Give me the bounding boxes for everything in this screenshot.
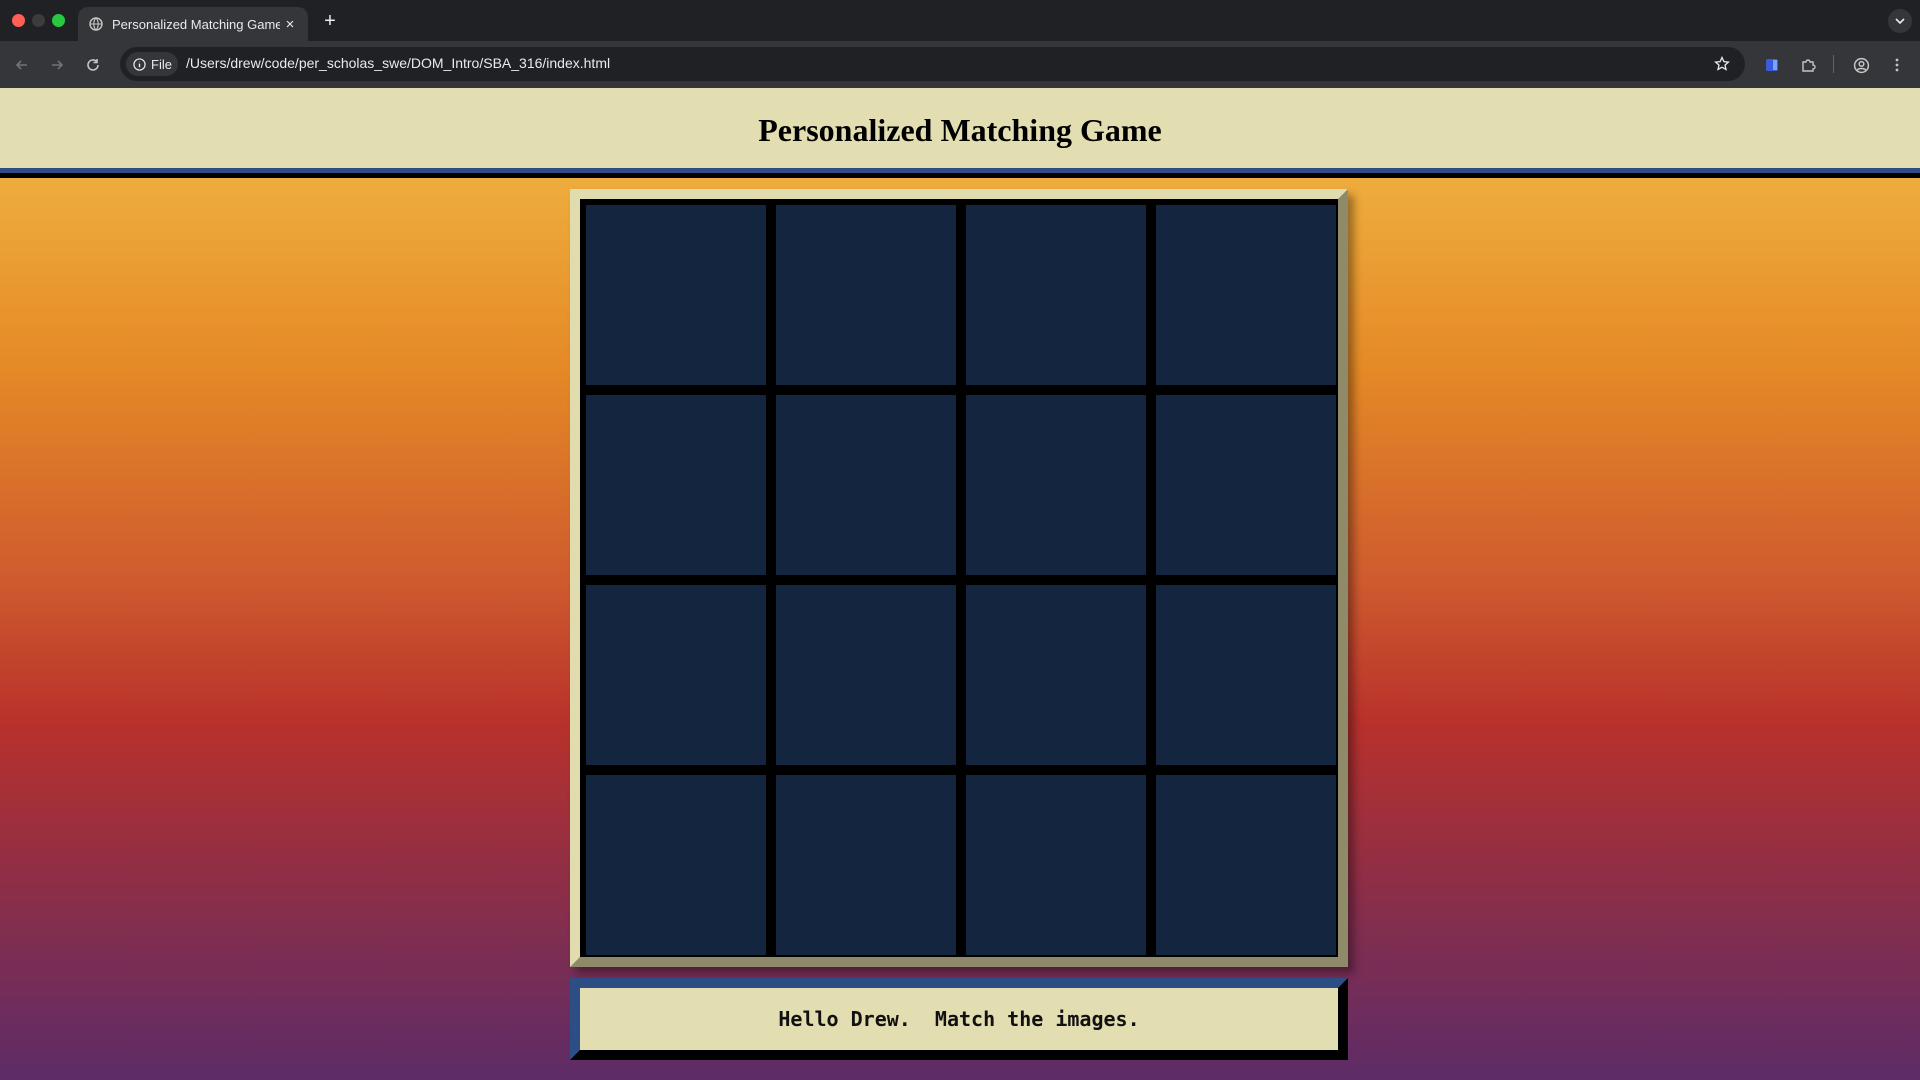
menu-icon xyxy=(1895,58,1899,72)
back-button[interactable] xyxy=(10,53,34,77)
card[interactable] xyxy=(1156,395,1336,575)
forward-icon xyxy=(52,60,64,70)
tab-close-icon[interactable]: × xyxy=(280,14,300,34)
chevron-down-icon xyxy=(1895,18,1905,25)
url-text[interactable]: /Users/drew/code/per_scholas_swe/DOM_Int… xyxy=(186,55,610,71)
page-title: Personalized Matching Game xyxy=(758,111,1162,148)
header-divider xyxy=(0,173,1920,178)
info-icon xyxy=(133,57,146,71)
extension-icon xyxy=(1766,59,1778,71)
card[interactable] xyxy=(586,585,766,765)
profile-icon xyxy=(1853,57,1869,73)
browser-menu-button[interactable] xyxy=(1885,53,1909,77)
tab-title: Personalized Matching Game xyxy=(112,16,280,32)
star-icon xyxy=(1714,56,1730,71)
new-tab-button[interactable]: + xyxy=(318,9,342,33)
window-minimize-button[interactable] xyxy=(32,14,45,27)
window-close-button[interactable] xyxy=(12,14,25,27)
card[interactable] xyxy=(586,775,766,955)
reload-button[interactable] xyxy=(81,53,105,77)
browser-tab[interactable]: Personalized Matching Game × xyxy=(78,7,308,41)
globe-icon xyxy=(88,16,104,32)
game-board xyxy=(570,189,1348,967)
card-grid xyxy=(586,205,1336,955)
card[interactable] xyxy=(586,395,766,575)
reload-icon xyxy=(87,59,99,71)
card[interactable] xyxy=(966,205,1146,385)
card[interactable] xyxy=(776,395,956,575)
browser-toolbar: File /Users/drew/code/per_scholas_swe/DO… xyxy=(0,41,1920,88)
chip-label: File xyxy=(151,56,172,72)
card[interactable] xyxy=(776,775,956,955)
extension-button[interactable] xyxy=(1760,53,1784,77)
card[interactable] xyxy=(1156,775,1336,955)
puzzle-icon xyxy=(1802,59,1816,72)
browser-tab-bar: Personalized Matching Game × + xyxy=(0,0,1920,41)
profile-button[interactable] xyxy=(1849,53,1873,77)
card[interactable] xyxy=(776,205,956,385)
card[interactable] xyxy=(776,585,956,765)
card[interactable] xyxy=(1156,585,1336,765)
card[interactable] xyxy=(966,585,1146,765)
game-message: Hello Drew. Match the images. xyxy=(570,978,1348,1060)
site-info-chip[interactable]: File xyxy=(126,52,178,76)
extensions-menu-button[interactable] xyxy=(1796,53,1820,77)
window-zoom-button[interactable] xyxy=(52,14,65,27)
page-content: Personalized Matching Game Hello Drew. M… xyxy=(0,88,1920,1080)
card[interactable] xyxy=(966,775,1146,955)
toolbar-divider xyxy=(1833,55,1834,73)
page-header: Personalized Matching Game xyxy=(0,88,1920,173)
forward-button[interactable] xyxy=(45,53,69,77)
bookmark-button[interactable] xyxy=(1711,53,1733,75)
address-bar[interactable]: File /Users/drew/code/per_scholas_swe/DO… xyxy=(120,47,1745,81)
tab-search-button[interactable] xyxy=(1888,9,1912,33)
back-icon xyxy=(15,60,27,70)
card[interactable] xyxy=(966,395,1146,575)
card[interactable] xyxy=(586,205,766,385)
card[interactable] xyxy=(1156,205,1336,385)
